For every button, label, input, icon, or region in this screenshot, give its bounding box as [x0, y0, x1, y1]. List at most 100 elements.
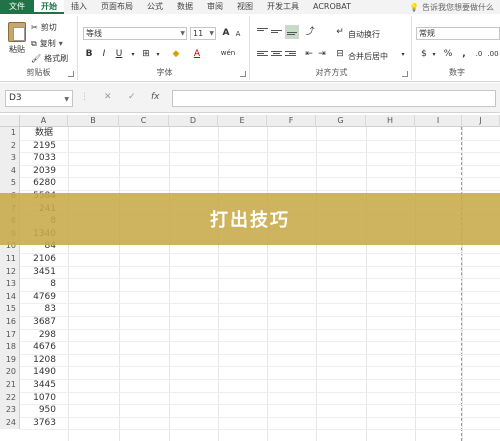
cell-a[interactable]: 4769 — [21, 291, 68, 304]
tab-page-layout[interactable]: 页面布局 — [94, 0, 140, 14]
formula-input[interactable] — [172, 90, 496, 107]
chevron-down-icon[interactable]: ▾ — [152, 48, 164, 61]
row-header[interactable]: 20 — [0, 366, 20, 379]
phonetic-button[interactable]: wén — [220, 47, 236, 60]
decrease-decimal-icon[interactable]: .00 — [486, 48, 500, 61]
cell-a[interactable]: 2195 — [21, 140, 68, 153]
cell-a[interactable]: 1070 — [21, 392, 68, 405]
row-header[interactable]: 22 — [0, 391, 20, 405]
tab-home[interactable]: 开始 — [34, 0, 64, 14]
align-middle-icon[interactable] — [271, 28, 282, 37]
cell-a[interactable]: 83 — [21, 303, 68, 316]
row-header[interactable]: 13 — [0, 278, 20, 291]
cell-a[interactable]: 8 — [21, 278, 68, 291]
bold-button[interactable]: B — [83, 48, 95, 61]
font-name-select[interactable]: 等线 ▼ — [83, 27, 187, 40]
row-header[interactable]: 15 — [0, 303, 20, 316]
row-header[interactable]: 5 — [0, 177, 20, 190]
tab-acrobat[interactable]: ACROBAT — [306, 0, 358, 14]
italic-button[interactable]: I — [98, 48, 110, 61]
clipboard-launcher-icon[interactable] — [68, 71, 74, 77]
merge-center-button[interactable]: 合并后居中 — [348, 51, 388, 62]
cancel-button[interactable]: ✕ — [104, 92, 112, 102]
column-header-e[interactable]: E — [218, 115, 267, 127]
chevron-down-icon[interactable]: ▾ — [127, 48, 139, 61]
row-header[interactable]: 23 — [0, 404, 20, 417]
cell-a[interactable]: 1208 — [21, 354, 68, 367]
column-header-c[interactable]: C — [119, 115, 169, 127]
cell-a[interactable]: 1490 — [21, 366, 68, 379]
tab-review[interactable]: 审阅 — [200, 0, 230, 14]
align-center-icon[interactable] — [271, 51, 282, 60]
cell-a[interactable]: 298 — [21, 329, 68, 342]
cell-a[interactable]: 3687 — [21, 316, 68, 329]
select-all-corner[interactable] — [0, 115, 20, 127]
fill-color-icon[interactable]: ◆ — [170, 48, 182, 61]
column-header-j[interactable]: J — [462, 115, 500, 127]
row-header[interactable]: 14 — [0, 290, 20, 304]
font-size-select[interactable]: 11 ▼ — [190, 27, 216, 40]
percent-button[interactable]: % — [442, 48, 454, 61]
cell-a[interactable]: 3445 — [21, 379, 68, 392]
align-bottom-icon[interactable] — [285, 25, 299, 39]
row-header[interactable]: 18 — [0, 341, 20, 354]
tell-me-box[interactable]: 💡 告诉我您想要做什么 — [409, 2, 500, 13]
increase-decimal-icon[interactable]: .0 — [472, 48, 486, 61]
cell-a[interactable]: 数据 — [21, 127, 68, 140]
paste-button[interactable]: 粘贴 — [5, 20, 29, 64]
row-header[interactable]: 16 — [0, 316, 20, 329]
underline-button[interactable]: U — [113, 48, 125, 61]
alignment-launcher-icon[interactable] — [402, 71, 408, 77]
tab-data[interactable]: 数据 — [170, 0, 200, 14]
tab-file[interactable]: 文件 — [0, 0, 34, 14]
number-format-select[interactable]: 常规 — [416, 27, 500, 40]
chevron-down-icon[interactable]: ▾ — [397, 48, 409, 61]
cell-a[interactable]: 3451 — [21, 266, 68, 279]
column-header-g[interactable]: G — [316, 115, 366, 127]
align-top-icon[interactable] — [257, 28, 268, 37]
column-header-a[interactable]: A — [20, 115, 68, 127]
column-header-i[interactable]: I — [415, 115, 462, 127]
column-header-d[interactable]: D — [169, 115, 218, 127]
tab-formulas[interactable]: 公式 — [140, 0, 170, 14]
row-header[interactable]: 2 — [0, 139, 20, 153]
cell-a[interactable]: 2039 — [21, 165, 68, 178]
orientation-icon[interactable]: ⤴ — [304, 26, 316, 39]
cut-button[interactable]: ✂ 剪切 — [31, 22, 57, 33]
insert-function-button[interactable]: fx — [151, 92, 160, 102]
name-box[interactable]: D3 ▼ — [5, 90, 73, 107]
row-header[interactable]: 24 — [0, 416, 20, 430]
wrap-text-icon[interactable]: ↵ — [334, 26, 346, 39]
merge-icon[interactable]: ⊟ — [334, 48, 346, 61]
row-header[interactable]: 1 — [0, 127, 20, 140]
grow-font-button[interactable]: A — [220, 27, 232, 40]
comma-style-button[interactable]: , — [458, 48, 470, 61]
cell-a[interactable]: 950 — [21, 404, 68, 417]
row-header[interactable]: 17 — [0, 328, 20, 342]
font-color-button[interactable]: A — [191, 48, 203, 61]
tab-view[interactable]: 视图 — [230, 0, 260, 14]
row-header[interactable]: 21 — [0, 379, 20, 392]
tab-insert[interactable]: 插入 — [64, 0, 94, 14]
tab-developer[interactable]: 开发工具 — [260, 0, 306, 14]
cell-a[interactable]: 3763 — [21, 417, 68, 430]
shrink-font-button[interactable]: A — [232, 28, 244, 41]
borders-icon[interactable]: ⊞ — [140, 48, 152, 61]
chevron-down-icon[interactable]: ▾ — [428, 48, 440, 61]
font-launcher-icon[interactable] — [240, 71, 246, 77]
row-header[interactable]: 4 — [0, 164, 20, 178]
increase-indent-icon[interactable]: ⇥ — [316, 48, 328, 61]
row-header[interactable]: 12 — [0, 265, 20, 279]
cell-a[interactable]: 4676 — [21, 341, 68, 354]
cell-a[interactable]: 7033 — [21, 152, 68, 165]
column-header-f[interactable]: F — [267, 115, 316, 127]
row-header[interactable]: 19 — [0, 353, 20, 367]
copy-button[interactable]: ⧉ 复制 ▾ — [31, 38, 63, 49]
decrease-indent-icon[interactable]: ⇤ — [303, 48, 315, 61]
align-left-icon[interactable] — [257, 51, 268, 60]
column-header-h[interactable]: H — [366, 115, 415, 127]
cell-a[interactable]: 2106 — [21, 253, 68, 266]
column-header-b[interactable]: B — [68, 115, 119, 127]
enter-button[interactable]: ✓ — [128, 92, 136, 102]
row-header[interactable]: 3 — [0, 152, 20, 165]
